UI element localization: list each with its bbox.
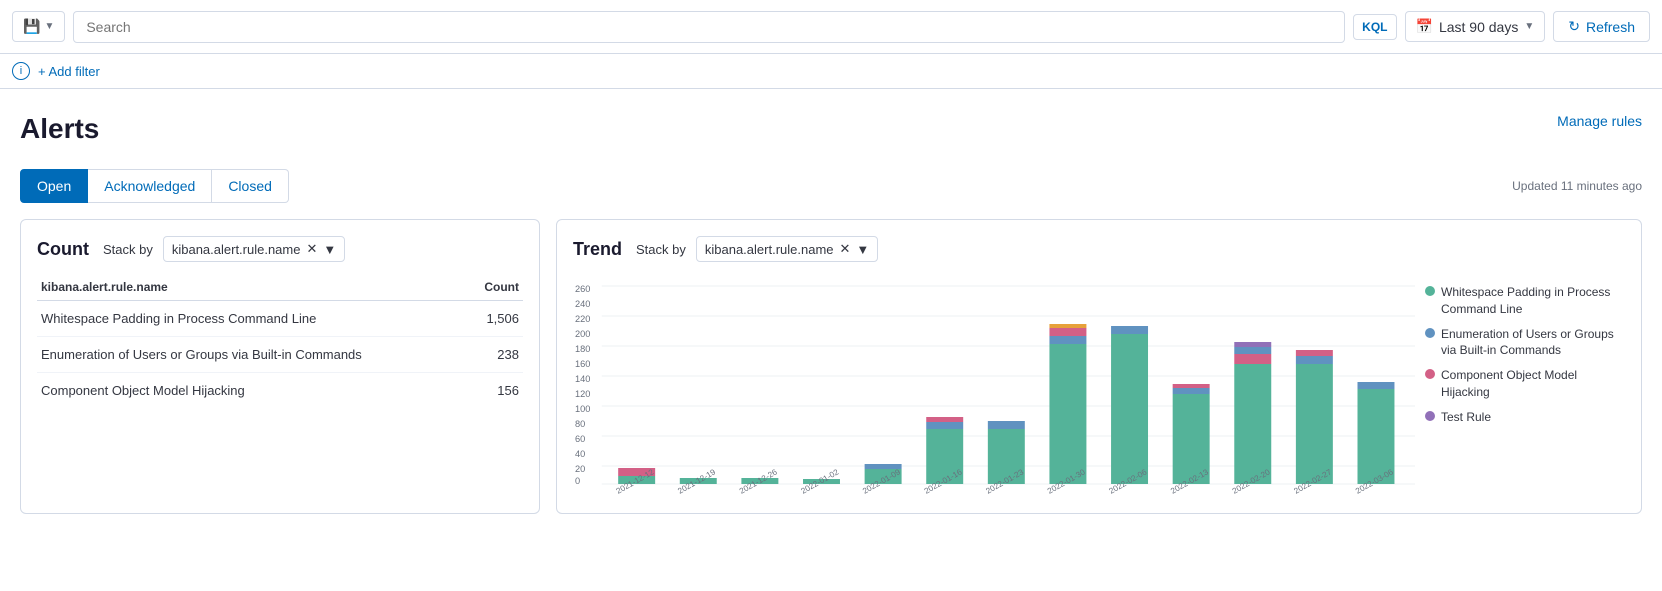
legend-label: Enumeration of Users or Groups via Built… (1441, 326, 1625, 360)
add-filter-button[interactable]: + Add filter (38, 64, 100, 79)
refresh-button[interactable]: ↻ Refresh (1553, 11, 1650, 42)
tab-closed[interactable]: Closed (212, 169, 289, 203)
page-title: Alerts (20, 113, 99, 145)
legend-item: Component Object Model Hijacking (1425, 367, 1625, 401)
rule-count: 238 (467, 337, 523, 373)
page-content: Alerts Manage rules Open Acknowledged Cl… (0, 89, 1662, 538)
legend-color (1425, 286, 1435, 296)
svg-text:220: 220 (575, 314, 590, 324)
svg-text:100: 100 (575, 404, 590, 414)
chart-area: 260 240 220 200 180 160 140 120 100 80 6… (573, 274, 1625, 497)
tab-open[interactable]: Open (20, 169, 88, 203)
svg-text:140: 140 (575, 374, 590, 384)
svg-text:200: 200 (575, 329, 590, 339)
count-stack-by-value: kibana.alert.rule.name (172, 242, 301, 257)
trend-panel-title: Trend (573, 239, 622, 260)
rule-name: Component Object Model Hijacking (37, 373, 467, 409)
trend-clear-icon[interactable]: ✕ (840, 241, 851, 257)
manage-rules-link[interactable]: Manage rules (1557, 113, 1642, 129)
kql-button[interactable]: KQL (1353, 14, 1396, 40)
count-chevron-icon: ▼ (323, 242, 336, 257)
tab-bar: Open Acknowledged Closed Updated 11 minu… (20, 169, 1642, 203)
legend-item: Enumeration of Users or Groups via Built… (1425, 326, 1625, 360)
page-header: Alerts Manage rules (20, 113, 1642, 145)
svg-text:20: 20 (575, 464, 585, 474)
count-panel: Count Stack by kibana.alert.rule.name ✕ … (20, 219, 540, 514)
legend-item: Test Rule (1425, 409, 1625, 426)
legend-color (1425, 369, 1435, 379)
svg-text:180: 180 (575, 344, 590, 354)
trend-panel-header: Trend Stack by kibana.alert.rule.name ✕ … (573, 236, 1625, 262)
legend-label: Whitespace Padding in Process Command Li… (1441, 284, 1625, 318)
svg-text:120: 120 (575, 389, 590, 399)
trend-chart: 260 240 220 200 180 160 140 120 100 80 6… (573, 274, 1415, 494)
table-row: Enumeration of Users or Groups via Built… (37, 337, 523, 373)
svg-text:0: 0 (575, 476, 580, 486)
legend-label: Test Rule (1441, 409, 1491, 426)
count-stack-by-label: Stack by (103, 242, 153, 257)
count-stack-by-select[interactable]: kibana.alert.rule.name ✕ ▼ (163, 236, 345, 262)
legend-label: Component Object Model Hijacking (1441, 367, 1625, 401)
trend-stack-by-select[interactable]: kibana.alert.rule.name ✕ ▼ (696, 236, 878, 262)
rule-count: 156 (467, 373, 523, 409)
table-row: Component Object Model Hijacking156 (37, 373, 523, 409)
legend-color (1425, 411, 1435, 421)
legend-color (1425, 328, 1435, 338)
svg-text:240: 240 (575, 299, 590, 309)
trend-panel: Trend Stack by kibana.alert.rule.name ✕ … (556, 219, 1642, 514)
svg-text:260: 260 (575, 284, 590, 294)
svg-text:80: 80 (575, 419, 585, 429)
rule-name: Whitespace Padding in Process Command Li… (37, 301, 467, 337)
chart-legend: Whitespace Padding in Process Command Li… (1425, 274, 1625, 497)
refresh-icon: ↻ (1568, 18, 1580, 35)
date-range-label: Last 90 days (1439, 19, 1518, 35)
count-table: kibana.alert.rule.name Count Whitespace … (37, 274, 523, 408)
trend-chevron-icon: ▼ (856, 242, 869, 257)
svg-text:160: 160 (575, 359, 590, 369)
count-panel-title: Count (37, 239, 89, 260)
col-header-name: kibana.alert.rule.name (37, 274, 467, 301)
trend-stack-by-label: Stack by (636, 242, 686, 257)
count-panel-header: Count Stack by kibana.alert.rule.name ✕ … (37, 236, 523, 262)
panels-row: Count Stack by kibana.alert.rule.name ✕ … (20, 219, 1642, 514)
date-picker[interactable]: 📅 Last 90 days ▼ (1405, 11, 1546, 42)
count-clear-icon[interactable]: ✕ (306, 241, 317, 257)
trend-stack-by-value: kibana.alert.rule.name (705, 242, 834, 257)
search-input[interactable] (73, 11, 1345, 43)
table-row: Whitespace Padding in Process Command Li… (37, 301, 523, 337)
save-button[interactable]: 💾 ▼ (12, 11, 65, 42)
calendar-icon: 📅 (1416, 18, 1433, 35)
tab-acknowledged[interactable]: Acknowledged (88, 169, 212, 203)
rule-count: 1,506 (467, 301, 523, 337)
col-header-count: Count (467, 274, 523, 301)
svg-text:60: 60 (575, 434, 585, 444)
filterbar: i + Add filter (0, 54, 1662, 89)
save-icon: 💾 (23, 18, 40, 35)
save-chevron-icon: ▼ (44, 21, 54, 32)
tabs: Open Acknowledged Closed (20, 169, 289, 203)
update-status: Updated 11 minutes ago (1512, 179, 1642, 193)
svg-text:40: 40 (575, 449, 585, 459)
chart-container: 260 240 220 200 180 160 140 120 100 80 6… (573, 274, 1415, 497)
rule-name: Enumeration of Users or Groups via Built… (37, 337, 467, 373)
legend-item: Whitespace Padding in Process Command Li… (1425, 284, 1625, 318)
topbar: 💾 ▼ KQL 📅 Last 90 days ▼ ↻ Refresh (0, 0, 1662, 54)
filter-info-icon[interactable]: i (12, 62, 30, 80)
date-chevron-icon: ▼ (1524, 21, 1534, 32)
refresh-label: Refresh (1586, 19, 1635, 35)
